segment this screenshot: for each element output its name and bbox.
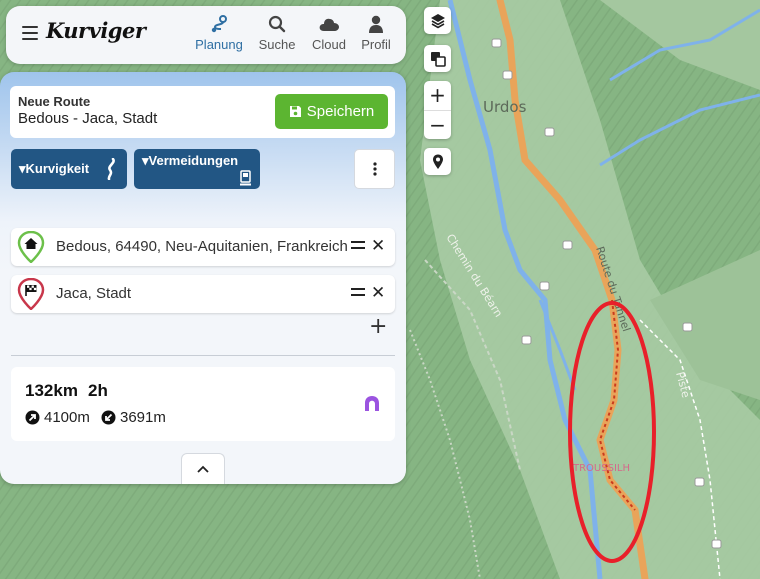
- add-waypoint-icon[interactable]: +: [369, 316, 387, 338]
- collapse-panel-button[interactable]: [181, 453, 225, 484]
- route-planning-icon: [192, 14, 246, 34]
- descent-stat: 3691m: [101, 409, 166, 426]
- more-options-button[interactable]: [354, 149, 395, 189]
- location-pin-icon: [432, 154, 443, 169]
- route-duration: 2h: [88, 381, 108, 400]
- remove-waypoint-icon[interactable]: ✕: [371, 236, 385, 256]
- top-header: Kurviger Planung Suche Cloud Profil: [6, 6, 406, 64]
- divider: [11, 355, 395, 356]
- waypoint-destination-label: Jaca, Stadt: [56, 285, 132, 302]
- ascent-arrow-icon: [25, 410, 40, 425]
- curviness-dropdown[interactable]: ▾Kurvigkeit: [11, 149, 127, 189]
- home-pin-icon: [17, 230, 45, 267]
- route-stats-card: 132km 2h 4100m 3691m: [11, 367, 395, 441]
- zoom-in-button[interactable]: +: [424, 81, 451, 110]
- nav-suche-label: Suche: [258, 37, 296, 52]
- nav-cloud[interactable]: Cloud: [306, 14, 352, 52]
- save-disk-icon: [289, 106, 301, 117]
- waypoint-row-start[interactable]: Bedous, 64490, Neu-Aquitanien, Frankreic…: [11, 228, 395, 266]
- finish-flag-pin-icon: [17, 277, 45, 314]
- descent-arrow-icon: [101, 410, 116, 425]
- save-button-label: Speichern: [306, 103, 375, 120]
- cloud-icon: [306, 14, 352, 34]
- nav-cloud-label: Cloud: [312, 37, 346, 52]
- route-info-box: Neue Route Bedous - Jaca, Stadt Speicher…: [10, 86, 395, 138]
- nav-suche[interactable]: Suche: [254, 14, 300, 52]
- layers-icon: [430, 13, 445, 28]
- remove-waypoint-icon[interactable]: ✕: [371, 283, 385, 303]
- zoom-out-button[interactable]: −: [424, 110, 451, 139]
- hamburger-menu-icon[interactable]: [22, 26, 38, 40]
- vertical-dots-icon: [372, 162, 377, 176]
- map-label-town: Urdos: [483, 98, 527, 116]
- avoidances-dropdown[interactable]: ▾Vermeidungen: [134, 149, 260, 189]
- descent-value: 3691m: [120, 409, 166, 426]
- nav-planung[interactable]: Planung: [192, 14, 246, 52]
- map-label-place: TROUSSILH: [572, 463, 630, 474]
- drag-handle-icon[interactable]: [351, 288, 365, 300]
- ascent-value: 4100m: [44, 409, 90, 426]
- curvy-road-icon: [105, 157, 117, 183]
- route-name[interactable]: Bedous - Jaca, Stadt: [18, 110, 157, 127]
- chevron-up-icon: [197, 465, 209, 473]
- layers-button[interactable]: [424, 7, 451, 34]
- nav-profil[interactable]: Profil: [356, 14, 396, 52]
- tunnel-warning-icon[interactable]: [364, 395, 380, 416]
- overlay-squares-icon: [430, 51, 446, 67]
- search-icon: [254, 14, 300, 34]
- nav-profil-label: Profil: [361, 37, 391, 52]
- drag-handle-icon[interactable]: [351, 241, 365, 253]
- waypoint-row-destination[interactable]: Jaca, Stadt ✕: [11, 275, 395, 313]
- locate-button[interactable]: [424, 148, 451, 175]
- nav-planung-label: Planung: [195, 37, 243, 52]
- user-icon: [356, 14, 396, 34]
- route-title: Neue Route: [18, 94, 91, 109]
- save-button[interactable]: Speichern: [275, 94, 388, 129]
- route-distance: 132km: [25, 381, 78, 400]
- avoidances-label: Vermeidungen: [148, 153, 239, 168]
- curviness-label: Kurvigkeit: [25, 161, 90, 176]
- overlay-button[interactable]: [424, 45, 451, 72]
- ascent-stat: 4100m: [25, 409, 90, 426]
- app-logo[interactable]: Kurviger: [46, 18, 146, 43]
- route-panel: Neue Route Bedous - Jaca, Stadt Speicher…: [0, 72, 406, 484]
- toll-station-icon: [240, 170, 251, 189]
- zoom-controls: + −: [424, 81, 451, 139]
- waypoint-start-label: Bedous, 64490, Neu-Aquitanien, Frankreic…: [56, 238, 348, 255]
